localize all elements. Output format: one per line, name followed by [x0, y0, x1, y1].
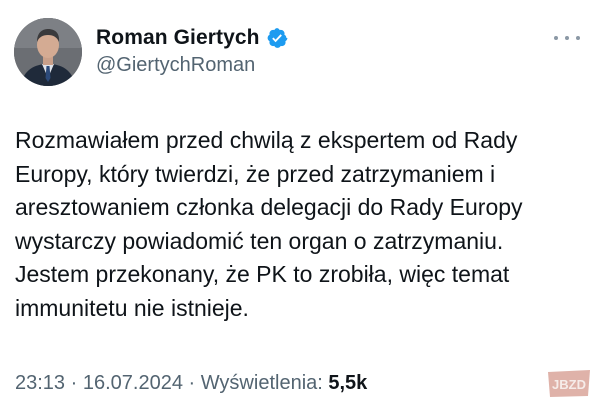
- more-dot: [565, 36, 569, 40]
- views-count: 5,5k: [328, 372, 368, 394]
- author-name-row: Roman Giertych: [96, 26, 288, 50]
- tweet-text: Rozmawiałem przed chwilą z ekspertem od …: [15, 124, 590, 325]
- tweet-text-line: wystarczy powiadomić ten organ o zatrzym…: [15, 227, 504, 254]
- jbzd-watermark-logo: JBZD: [544, 366, 594, 400]
- verified-badge-icon: [266, 27, 288, 49]
- tweet-meta: 23:13 · 16.07.2024 · Wyświetlenia: 5,5k: [15, 372, 367, 395]
- tweet-text-line: Europy, który twierdzi, że przed zatrzym…: [15, 160, 496, 187]
- author-avatar[interactable]: [14, 18, 82, 86]
- tweet-text-line: aresztowaniem członka delegacji do Rady …: [15, 194, 523, 220]
- tweet-card: Roman Giertych @GiertychRoman Rozmawiałe…: [0, 0, 600, 406]
- author-name[interactable]: Roman Giertych: [96, 26, 260, 50]
- meta-separator: ·: [182, 372, 201, 394]
- svg-text:JBZD: JBZD: [552, 377, 586, 392]
- meta-separator: ·: [65, 372, 83, 394]
- author-handle[interactable]: @GiertychRoman: [96, 54, 255, 77]
- tweet-text-line: Rozmawiałem przed chwilą z ekspertem od …: [15, 127, 518, 153]
- tweet-time[interactable]: 23:13: [15, 372, 65, 394]
- views-label: Wyświetlenia:: [200, 372, 329, 394]
- tweet-date[interactable]: 16.07.2024: [83, 372, 183, 394]
- tweet-text-line: Jestem przekonany, że PK to zrobiła, wię…: [15, 261, 510, 287]
- more-dot: [576, 36, 580, 40]
- avatar-portrait-icon: [14, 18, 82, 86]
- more-options-icon[interactable]: [554, 30, 580, 46]
- more-dot: [554, 36, 558, 40]
- tweet-text-line: immunitetu nie istnieje.: [15, 294, 249, 321]
